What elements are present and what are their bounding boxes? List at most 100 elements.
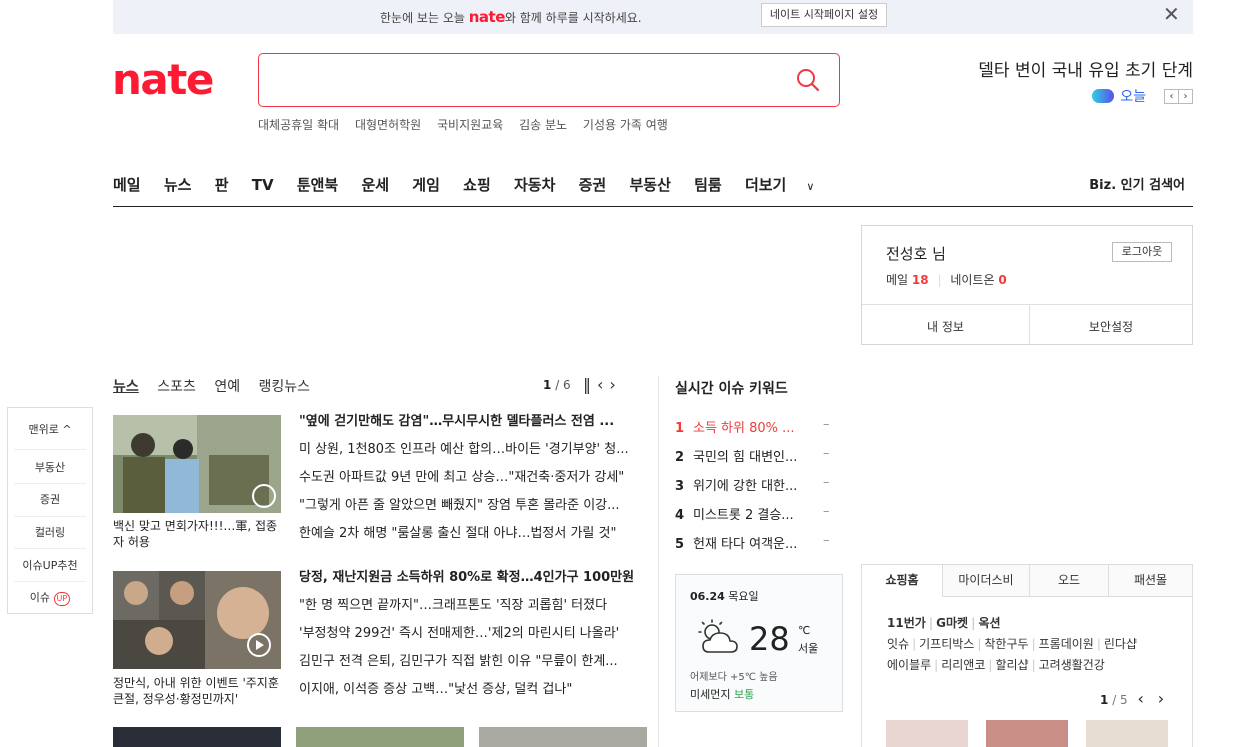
realtime-item[interactable]: 5 헌재 타다 여객운... –: [675, 533, 835, 552]
realtime-item[interactable]: 4 미스트롯 2 결승... –: [675, 504, 835, 523]
tab-ode[interactable]: 오드: [1030, 565, 1109, 597]
sidebar-item-issue-up[interactable]: 이슈 UP: [8, 589, 92, 606]
set-startpage-button[interactable]: 네이트 시작페이지 설정: [761, 3, 887, 27]
temp-unit: ℃: [798, 624, 811, 637]
news-thumbnail[interactable]: [479, 727, 647, 747]
biz-popular-search[interactable]: Biz. 인기 검색어: [1089, 174, 1185, 193]
nav-item-news[interactable]: 뉴스: [164, 176, 192, 194]
product-thumbnail[interactable]: [1086, 720, 1168, 747]
keyword-link[interactable]: 국비지원교육: [437, 118, 503, 132]
nav-item-shopping[interactable]: 쇼핑: [463, 176, 491, 194]
shop-link[interactable]: 옥션: [979, 616, 1001, 630]
news-item[interactable]: "그렇게 아픈 줄 알았으면 빼줬지" 장염 투혼 몰라준 이강...: [299, 492, 639, 520]
news-item[interactable]: 미 상원, 1천80조 인프라 예산 합의…바이든 '경기부양' 청...: [299, 436, 639, 464]
rank-number: 3: [675, 479, 685, 494]
close-icon[interactable]: ✕: [1163, 4, 1180, 24]
search-icon[interactable]: [796, 68, 820, 92]
news-thumbnail[interactable]: [113, 415, 281, 513]
nateon-link[interactable]: 네이트온 0: [950, 273, 1006, 287]
nav-item-realestate[interactable]: 부동산: [629, 176, 670, 194]
page-total: / 5: [1112, 693, 1128, 707]
today-label[interactable]: 오늘: [1120, 86, 1146, 106]
shop-link[interactable]: 기프티박스: [919, 637, 974, 651]
tab-fashion-mall[interactable]: 패션몰: [1109, 565, 1192, 597]
news-caption[interactable]: 정만식, 아내 위한 이벤트 '주지훈 큰절, 정우성·황정민까지': [113, 675, 285, 707]
tab-sports[interactable]: 스포츠: [157, 379, 196, 395]
shop-link[interactable]: G마켓: [936, 616, 968, 630]
tab-ranking-news[interactable]: 랭킹뉴스: [259, 379, 311, 395]
chevron-right-icon[interactable]: ›: [1158, 689, 1164, 708]
news-item[interactable]: "한 명 찍으면 끝까지"…크래프톤도 '직장 괴롭힘' 터졌다: [299, 592, 639, 620]
news-thumbnail[interactable]: [113, 571, 281, 669]
sidebar-item-coloring[interactable]: 컬러링: [8, 524, 92, 540]
shop-link[interactable]: 잇슈: [887, 637, 909, 651]
security-settings-button[interactable]: 보안설정: [1030, 318, 1192, 335]
nav-item-more[interactable]: 더보기 ∨: [745, 176, 832, 194]
nav-item-game[interactable]: 게임: [412, 176, 440, 194]
news-headline[interactable]: "옆에 걷기만해도 감염"…무시무시한 델타플러스 전염 ...: [299, 408, 639, 436]
realtime-item[interactable]: 1 소득 하위 80% ... –: [675, 417, 835, 436]
keyword-link[interactable]: 대체공휴일 확대: [258, 118, 339, 132]
keyword-link[interactable]: 대형면허학원: [355, 118, 421, 132]
nav-item-car[interactable]: 자동차: [514, 176, 555, 194]
chevron-right-icon[interactable]: ›: [1178, 88, 1193, 104]
news-item[interactable]: 김민구 전격 은퇴, 김민구가 직접 밝힌 이유 "무릎이 한계...: [299, 648, 639, 676]
realtime-item[interactable]: 3 위기에 강한 대한... –: [675, 475, 835, 494]
news-thumbnail[interactable]: [113, 727, 281, 747]
shop-link[interactable]: 고려생활건강: [1039, 658, 1105, 672]
search-input[interactable]: [269, 64, 789, 96]
nate-logo[interactable]: nate: [112, 55, 214, 104]
nav-item-stock[interactable]: 증권: [579, 176, 607, 194]
nav-item-toonbook[interactable]: 툰앤북: [297, 176, 338, 194]
keyword-link[interactable]: 김송 분노: [519, 118, 567, 132]
news-item[interactable]: 이지애, 이석증 증상 고백…"낯선 증상, 덜컥 겁나": [299, 676, 639, 704]
chevron-left-icon[interactable]: ‹: [597, 375, 609, 394]
mail-link[interactable]: 메일 18: [886, 273, 929, 287]
realtime-item[interactable]: 2 국민의 힘 대변인... –: [675, 446, 835, 465]
logout-button[interactable]: 로그아웃: [1112, 242, 1172, 262]
news-item[interactable]: 한예슬 2차 해명 "룸살롱 출신 절대 아냐…법정서 가릴 것": [299, 520, 639, 548]
shop-link[interactable]: 에이블루: [887, 658, 931, 672]
rolling-headline[interactable]: 델타 변이 국내 유입 초기 단계: [978, 56, 1193, 81]
sidebar-item-stock[interactable]: 증권: [8, 491, 92, 507]
rank-number: 4: [675, 508, 685, 523]
news-caption[interactable]: 백신 맞고 면회가자!!!…軍, 접종자 허용: [113, 518, 285, 550]
mail-count: 18: [911, 273, 929, 287]
chevron-left-icon[interactable]: ‹: [1164, 88, 1179, 104]
nav-item-tv[interactable]: TV: [252, 176, 274, 194]
tab-shopping-home[interactable]: 쇼핑홈: [862, 565, 943, 597]
news-thumbnail[interactable]: [296, 727, 464, 747]
tab-entertainment[interactable]: 연예: [214, 379, 240, 395]
shop-link[interactable]: 할리샵: [995, 658, 1028, 672]
keyword-link[interactable]: 기성용 가족 여행: [583, 118, 668, 132]
shop-link[interactable]: 린다샵: [1104, 637, 1137, 651]
realtime-title: 실시간 이슈 키워드: [675, 381, 788, 397]
shop-link[interactable]: 프롬데이원: [1039, 637, 1094, 651]
shop-link[interactable]: 착한구두: [984, 637, 1028, 651]
sidebar-item-issue-recommend[interactable]: 이슈UP추천: [8, 557, 92, 573]
chevron-right-icon[interactable]: ›: [609, 375, 621, 394]
scroll-top-label: 맨위로: [28, 423, 59, 436]
today-toggle-icon[interactable]: [1092, 89, 1115, 103]
nav-item-pan[interactable]: 판: [215, 176, 229, 194]
my-info-button[interactable]: 내 정보: [862, 318, 1029, 335]
nav-item-teamroom[interactable]: 팀룸: [694, 176, 722, 194]
scroll-top-button[interactable]: 맨위로 ^: [8, 421, 92, 437]
news-item[interactable]: '부정청약 299건' 즉시 전매제한…'제2의 마린시티 나올라': [299, 620, 639, 648]
tab-news[interactable]: 뉴스: [113, 379, 139, 395]
product-thumbnail[interactable]: [986, 720, 1068, 747]
chevron-left-icon[interactable]: ‹: [1138, 689, 1144, 708]
shop-link[interactable]: 11번가: [887, 616, 926, 630]
divider: [862, 304, 1192, 305]
tab-midasbee[interactable]: 마이더스비: [943, 565, 1030, 597]
shop-link[interactable]: 리리앤코: [941, 658, 985, 672]
pause-icon[interactable]: ‖: [583, 375, 597, 394]
nav-item-mail[interactable]: 메일: [113, 176, 141, 194]
nav-item-fortune[interactable]: 운세: [361, 176, 389, 194]
news-headline[interactable]: 당정, 재난지원금 소득하위 80%로 확정…4인가구 100만원: [299, 564, 639, 592]
rank-change: –: [823, 533, 830, 548]
news-item[interactable]: 수도권 아파트값 9년 만에 최고 상승…"재건축·중저가 강세": [299, 464, 639, 492]
shop-pagination: 1 / 5 ‹ ›: [1100, 689, 1164, 708]
product-thumbnail[interactable]: [886, 720, 968, 747]
sidebar-item-realestate[interactable]: 부동산: [8, 459, 92, 475]
